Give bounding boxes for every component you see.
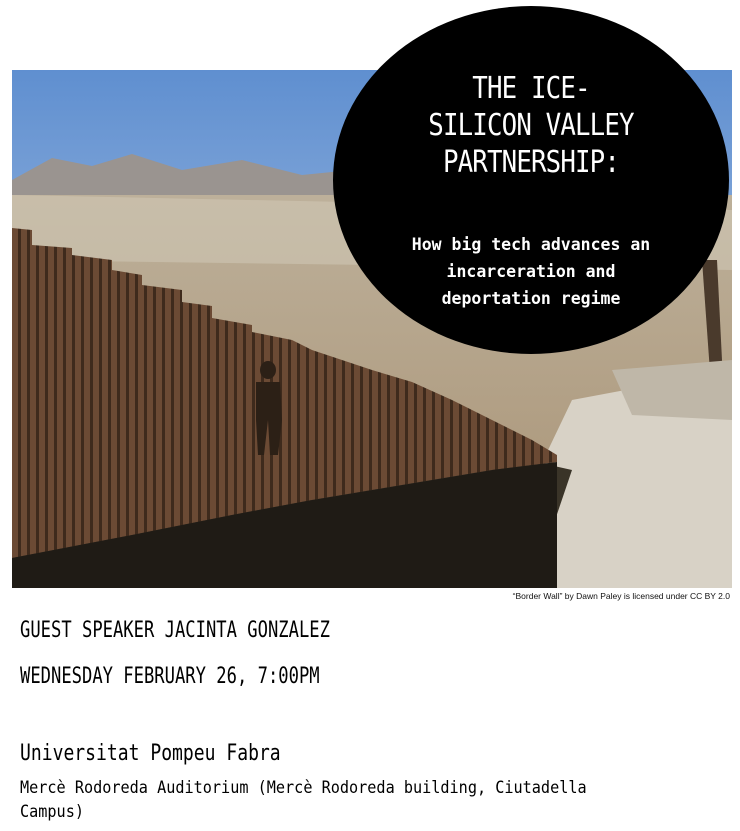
- room-line-2: Campus): [20, 802, 84, 821]
- photo-credit: “Border Wall” by Dawn Paley is licensed …: [512, 591, 730, 601]
- poster-subtitle: How big tech advances an incarceration a…: [353, 231, 709, 312]
- room-line-1: Mercè Rodoreda Auditorium (Mercè Rodored…: [20, 778, 587, 797]
- title-line-2: SILICON VALLEY: [428, 108, 634, 143]
- title-circle: THE ICE- SILICON VALLEY PARTNERSHIP: How…: [333, 6, 729, 354]
- subtitle-line-2: incarceration and: [446, 262, 616, 281]
- title-line-1: THE ICE-: [472, 71, 590, 106]
- event-date-time: WEDNESDAY FEBRUARY 26, 7:00PM: [20, 664, 320, 689]
- poster-title: THE ICE- SILICON VALLEY PARTNERSHIP:: [361, 70, 702, 181]
- subtitle-line-3: deportation regime: [441, 289, 621, 308]
- guest-speaker: GUEST SPEAKER JACINTA GONZALEZ: [20, 618, 330, 643]
- event-venue: Universitat Pompeu Fabra: [20, 741, 281, 766]
- subtitle-line-1: How big tech advances an: [411, 235, 651, 254]
- title-line-3: PARTNERSHIP:: [442, 145, 620, 180]
- event-room: Mercè Rodoreda Auditorium (Mercè Rodored…: [20, 776, 719, 824]
